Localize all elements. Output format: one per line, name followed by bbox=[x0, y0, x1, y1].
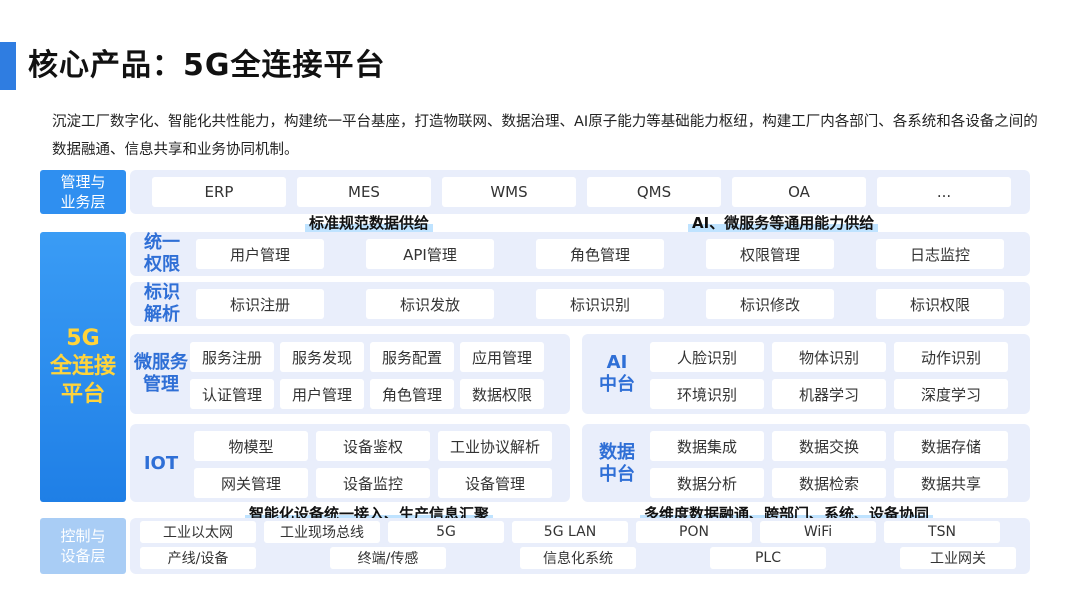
control-item: 5G LAN bbox=[512, 521, 628, 543]
control-layer-label: 控制与 设备层 bbox=[40, 518, 126, 574]
ident-row-label: 标识 解析 bbox=[144, 282, 180, 325]
data-item: 数据检索 bbox=[772, 468, 886, 498]
iot-item: 网关管理 bbox=[194, 468, 308, 498]
micro-row-label: 微服务 管理 bbox=[134, 352, 188, 395]
control-item: 工业网关 bbox=[900, 547, 1016, 569]
micro-item: 服务注册 bbox=[190, 342, 274, 372]
micro-item: 角色管理 bbox=[370, 379, 454, 409]
data-item: 数据存储 bbox=[894, 431, 1008, 461]
auth-item: 权限管理 bbox=[706, 239, 834, 269]
page-title: 核心产品：5G全连接平台 bbox=[28, 48, 386, 83]
micro-item: 服务发现 bbox=[280, 342, 364, 372]
mgmt-item: QMS bbox=[587, 177, 721, 207]
ai-item: 机器学习 bbox=[772, 379, 886, 409]
control-item: 工业现场总线 bbox=[264, 521, 380, 543]
mgmt-item: MES bbox=[297, 177, 431, 207]
mgmt-item: WMS bbox=[442, 177, 576, 207]
auth-item: 日志监控 bbox=[876, 239, 1004, 269]
auth-row-label: 统一 权限 bbox=[144, 232, 180, 275]
iot-item: 设备管理 bbox=[438, 468, 552, 498]
micro-item: 应用管理 bbox=[460, 342, 544, 372]
ai-item: 深度学习 bbox=[894, 379, 1008, 409]
micro-item: 认证管理 bbox=[190, 379, 274, 409]
micro-item: 服务配置 bbox=[370, 342, 454, 372]
iot-item: 设备鉴权 bbox=[316, 431, 430, 461]
ai-item: 物体识别 bbox=[772, 342, 886, 372]
micro-item: 用户管理 bbox=[280, 379, 364, 409]
control-item: TSN bbox=[884, 521, 1000, 543]
iot-row-label: IOT bbox=[143, 453, 179, 474]
banner-standard-data: 标准规范数据供给 bbox=[305, 212, 434, 233]
control-item: 工业以太网 bbox=[140, 521, 256, 543]
auth-item: API管理 bbox=[366, 239, 494, 269]
ident-item: 标识识别 bbox=[536, 289, 664, 319]
page-description: 沉淀工厂数字化、智能化共性能力，构建统一平台基座，打造物联网、数据治理、AI原子… bbox=[52, 114, 1038, 158]
control-item: 产线/设备 bbox=[140, 547, 256, 569]
mgmt-item: ERP bbox=[152, 177, 286, 207]
iot-item: 设备监控 bbox=[316, 468, 430, 498]
mgmt-layer-label: 管理与 业务层 bbox=[40, 170, 126, 214]
iot-item: 物模型 bbox=[194, 431, 308, 461]
ident-item: 标识权限 bbox=[876, 289, 1004, 319]
ai-row-label: AI 中台 bbox=[599, 352, 635, 395]
control-item: PON bbox=[636, 521, 752, 543]
ai-item: 动作识别 bbox=[894, 342, 1008, 372]
platform-label: 5G 全连接 平台 bbox=[40, 232, 126, 502]
mgmt-item: OA bbox=[732, 177, 866, 207]
data-row-label: 数据 中台 bbox=[599, 442, 635, 485]
banner-common-capability: AI、微服务等通用能力供给 bbox=[688, 212, 879, 233]
iot-item: 工业协议解析 bbox=[438, 431, 552, 461]
data-item: 数据集成 bbox=[650, 431, 764, 461]
data-item: 数据分析 bbox=[650, 468, 764, 498]
mgmt-item: ... bbox=[877, 177, 1011, 207]
ident-item: 标识注册 bbox=[196, 289, 324, 319]
control-item: WiFi bbox=[760, 521, 876, 543]
ai-item: 环境识别 bbox=[650, 379, 764, 409]
data-item: 数据交换 bbox=[772, 431, 886, 461]
control-item: PLC bbox=[710, 547, 826, 569]
auth-item: 角色管理 bbox=[536, 239, 664, 269]
micro-item: 数据权限 bbox=[460, 379, 544, 409]
control-item: 5G bbox=[388, 521, 504, 543]
ai-item: 人脸识别 bbox=[650, 342, 764, 372]
data-item: 数据共享 bbox=[894, 468, 1008, 498]
ident-item: 标识修改 bbox=[706, 289, 834, 319]
control-item: 终端/传感 bbox=[330, 547, 446, 569]
control-item: 信息化系统 bbox=[520, 547, 636, 569]
ident-item: 标识发放 bbox=[366, 289, 494, 319]
auth-item: 用户管理 bbox=[196, 239, 324, 269]
title-accent-bar bbox=[0, 42, 16, 90]
